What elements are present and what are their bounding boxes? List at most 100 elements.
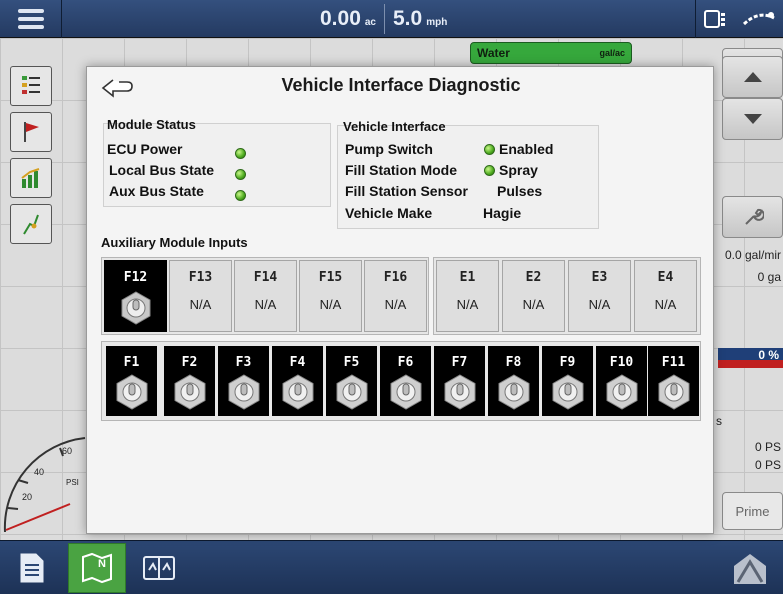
key-f8[interactable]: F8 (488, 346, 539, 416)
barn-icon (734, 554, 766, 584)
key-label: F12 (123, 270, 148, 285)
product-rate-unit: gal/ac (599, 48, 625, 58)
key-f14[interactable]: F14 N/A (234, 260, 297, 332)
key-label: F11 (661, 355, 686, 370)
device-status-icon[interactable] (703, 8, 733, 30)
toggle-switch-icon (444, 374, 475, 410)
gauge-tick-20: 20 (22, 492, 33, 502)
rate-down-button[interactable] (722, 98, 783, 140)
prime-label: Prime (735, 503, 770, 519)
key-f15[interactable]: F15 N/A (299, 260, 362, 332)
split-view-button[interactable] (134, 543, 184, 593)
pump-switch-led (484, 144, 495, 155)
key-f6[interactable]: F6 (380, 346, 431, 416)
key-value: N/A (654, 297, 677, 312)
menu-icon-line (17, 25, 44, 29)
status-icons (695, 0, 783, 38)
gauge-unit: PSI (66, 478, 79, 487)
fill-station-mode-led (484, 165, 495, 176)
menu-button[interactable] (0, 0, 62, 38)
menu-icon-line (17, 17, 44, 21)
product-label[interactable]: Water gal/ac (470, 42, 632, 64)
home-barn-button[interactable] (722, 543, 778, 593)
ecu-power-label: ECU Power (107, 141, 183, 157)
rate-up-button[interactable] (722, 56, 783, 98)
gauge-tick-60: 60 (62, 446, 73, 456)
toggle-switch-icon (121, 291, 150, 325)
key-label: F10 (609, 355, 634, 370)
bottom-nav-bar: N (0, 540, 783, 594)
switch-keys-row: F1 F2 F3 F4 F5 F6 F7 F8 F9 F10 F11 (101, 341, 701, 421)
pump-switch-value: Enabled (499, 141, 554, 157)
aux-bus-state-label: Aux Bus State (109, 183, 204, 199)
key-e3[interactable]: E3 N/A (568, 260, 631, 332)
key-label: F3 (235, 355, 252, 370)
document-button[interactable] (0, 543, 64, 593)
key-f12[interactable]: F12 (104, 260, 167, 332)
local-bus-status-led (235, 169, 246, 180)
pressure-gauge: 60 40 20 PSI (0, 420, 90, 540)
local-bus-state-label: Local Bus State (109, 162, 215, 178)
toggle-switch-icon (498, 374, 529, 410)
toggle-switch-icon (390, 374, 421, 410)
key-label: E2 (525, 270, 542, 285)
document-icon (20, 553, 44, 583)
right-control-panel: 1 0.0 gal/mir 0 ga 0 % s 0 PS 0 PS Prime (714, 42, 783, 540)
key-f2[interactable]: F2 (164, 346, 215, 416)
key-label: F5 (343, 355, 360, 370)
key-label: F4 (289, 355, 306, 370)
prime-button[interactable]: Prime (722, 492, 783, 530)
key-f16[interactable]: F16 N/A (364, 260, 427, 332)
key-f13[interactable]: F13 N/A (169, 260, 232, 332)
vehicle-interface-title: Vehicle Interface (343, 119, 446, 134)
tab-summary[interactable] (10, 158, 52, 198)
field-map-button[interactable]: N (68, 543, 126, 593)
key-value: N/A (254, 297, 277, 312)
gps-satellite-icon[interactable] (741, 8, 777, 30)
key-value: N/A (189, 297, 212, 312)
key-label: E3 (591, 270, 608, 285)
fill-station-mode-label: Fill Station Mode (345, 162, 457, 178)
key-value: N/A (522, 297, 545, 312)
tab-legend[interactable] (10, 66, 52, 106)
key-f10[interactable]: F10 (596, 346, 647, 416)
volume-readout: 0 ga (757, 270, 781, 284)
key-f1[interactable]: F1 (106, 346, 157, 416)
key-label: F7 (451, 355, 468, 370)
key-label: F16 (383, 270, 408, 285)
key-e1[interactable]: E1 N/A (436, 260, 499, 332)
area-value: 0.00 (320, 7, 361, 30)
key-f5[interactable]: F5 (326, 346, 377, 416)
speed-value: 5.0 (393, 7, 423, 30)
toggle-switch-icon (606, 374, 637, 410)
key-e4[interactable]: E4 N/A (634, 260, 697, 332)
svg-text:N: N (98, 558, 106, 570)
dialog-title: Vehicle Interface Diagnostic (281, 75, 521, 95)
key-f11[interactable]: F11 (648, 346, 699, 416)
left-tab-strip (0, 60, 58, 244)
speed-area-readout: 0.00 ac 5.0 mph (320, 0, 455, 38)
speed-unit: mph (426, 16, 448, 28)
key-value: N/A (588, 297, 611, 312)
gauge-tick-40: 40 (34, 467, 45, 477)
key-label: F6 (397, 355, 414, 370)
key-f3[interactable]: F3 (218, 346, 269, 416)
settings-wrench-button[interactable] (722, 196, 783, 238)
aux-bus-status-led (235, 190, 246, 201)
key-e2[interactable]: E2 N/A (502, 260, 565, 332)
bar-chart-icon (21, 168, 40, 188)
key-f7[interactable]: F7 (434, 346, 485, 416)
key-f4[interactable]: F4 (272, 346, 323, 416)
divider (384, 4, 385, 34)
key-label: F8 (505, 355, 522, 370)
pressure-readout-2: 0 PS (754, 458, 781, 472)
tab-guidance[interactable] (10, 204, 52, 244)
arrow-up-icon (743, 72, 762, 82)
menu-icon-line (17, 9, 44, 13)
split-view-icon (143, 556, 175, 580)
key-f9[interactable]: F9 (542, 346, 593, 416)
guidance-icon (23, 214, 39, 235)
product-name: Water (477, 46, 510, 60)
toggle-switch-icon (116, 374, 147, 410)
tab-flags[interactable] (10, 112, 52, 152)
